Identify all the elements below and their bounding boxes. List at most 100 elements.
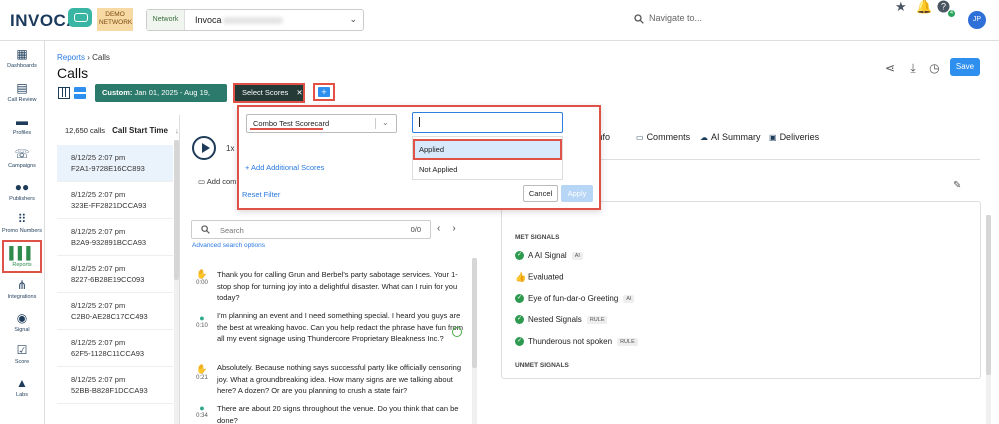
call-id: 8227-6B28E19CC093 bbox=[71, 275, 145, 284]
speaker-caller: ✋ 0:21 bbox=[193, 364, 211, 381]
sidebar-item-dashboards[interactable]: ▦ Dashboards bbox=[0, 47, 44, 79]
tab-comments[interactable]: ▭ Comments bbox=[636, 132, 690, 142]
tab-ai-summary[interactable]: ☁ AI Summary bbox=[700, 132, 761, 142]
calls-list-header: 12,650 calls Call Start Time ↓ bbox=[65, 126, 179, 135]
bell-icon[interactable]: 🔔 bbox=[916, 0, 932, 14]
sidebar-item-profiles[interactable]: ▬ Profiles bbox=[0, 114, 44, 146]
signal-icon: ◉ bbox=[16, 311, 28, 325]
sort-arrow-icon[interactable]: ↓ bbox=[175, 126, 179, 135]
calls-list-scrollbar[interactable] bbox=[174, 140, 179, 424]
share-icon[interactable]: ⋖ bbox=[885, 61, 895, 75]
check-icon: ✓ bbox=[515, 294, 524, 304]
table-row[interactable]: 8/12/25 2:07 pm F2A1-9728E16CC893 bbox=[57, 145, 173, 182]
navigate-search[interactable]: Navigate to... bbox=[634, 13, 702, 24]
signal-tag: AI bbox=[571, 251, 583, 260]
message-time: 0:00 bbox=[196, 280, 208, 286]
calls-list: 12,650 calls Call Start Time ↓ 8/12/25 2… bbox=[57, 115, 180, 424]
network-select[interactable]: Network Invoca ⌄ bbox=[146, 9, 364, 31]
add-additional-scores-link[interactable]: + Add Additional Scores bbox=[245, 163, 324, 172]
call-time: 8/12/25 2:07 pm bbox=[71, 227, 126, 236]
caller-icon: ✋ bbox=[196, 269, 208, 279]
sidebar-item-labs[interactable]: ▲ Labs bbox=[0, 376, 44, 408]
transcript-search: 0/0 bbox=[191, 220, 431, 239]
table-row[interactable]: 8/12/25 2:07 pm 8227-6B28E19CC093 bbox=[57, 256, 173, 293]
right-panel-scrollbar[interactable] bbox=[986, 215, 991, 424]
add-comment-label: Add com bbox=[206, 177, 237, 186]
cancel-button[interactable]: Cancel bbox=[523, 185, 558, 202]
speaker-agent: ● 0:10 bbox=[193, 313, 211, 329]
option-not-applied[interactable]: Not Applied bbox=[413, 159, 562, 180]
call-time: 8/12/25 2:07 pm bbox=[71, 301, 126, 310]
call-time: 8/12/25 2:07 pm bbox=[71, 375, 126, 384]
call-id: F2A1-9728E16CC893 bbox=[71, 164, 145, 173]
add-filter-button[interactable]: + bbox=[313, 83, 335, 101]
call-id: B2A9-932891BCCA93 bbox=[71, 238, 147, 247]
pencil-icon[interactable]: ✎ bbox=[953, 180, 961, 191]
demo-network-badge: DEMO NETWORK bbox=[97, 8, 133, 31]
message-time: 0:10 bbox=[196, 323, 208, 329]
search-icon bbox=[634, 13, 644, 24]
transcript-message: There are about 20 signs throughout the … bbox=[217, 404, 459, 424]
labs-icon: ▲ bbox=[16, 376, 28, 390]
agent-icon: ● bbox=[199, 403, 205, 413]
sidebar-item-integrations[interactable]: ⋔ Integrations bbox=[0, 278, 44, 310]
history-icon[interactable]: ◷ bbox=[929, 61, 939, 75]
sort-label[interactable]: Call Start Time bbox=[112, 126, 168, 135]
apply-button[interactable]: Apply bbox=[561, 185, 593, 202]
transcript-search-input[interactable] bbox=[220, 224, 390, 236]
signals-card bbox=[501, 201, 981, 379]
sidebar-item-call-review[interactable]: ▤ Call Review bbox=[0, 81, 44, 113]
tab-deliveries[interactable]: ▣ Deliveries bbox=[769, 132, 819, 142]
table-row[interactable]: 8/12/25 2:07 pm 62F5-1128C11CCA93 bbox=[57, 330, 173, 367]
save-button[interactable]: Save bbox=[950, 58, 980, 76]
chevron-left-icon[interactable]: ‹ bbox=[437, 223, 452, 234]
reset-filter-link[interactable]: Reset Filter bbox=[242, 190, 280, 199]
chevron-right-icon[interactable]: › bbox=[452, 223, 467, 234]
list-item: ✓ Eye of fun-dar-o Greeting AI bbox=[515, 294, 635, 304]
list-view-icon[interactable] bbox=[74, 87, 86, 99]
signal-name: A AI Signal bbox=[528, 251, 567, 260]
plus-icon: + bbox=[318, 87, 330, 97]
check-icon: ✓ bbox=[515, 337, 524, 347]
reports-icon: ▌▌▌ bbox=[9, 246, 35, 260]
table-row[interactable]: 8/12/25 2:07 pm 323E-FF2821DCCA93 bbox=[57, 182, 173, 219]
sidebar-item-publishers[interactable]: ●● Publishers bbox=[0, 180, 44, 212]
download-icon[interactable]: ⤓ bbox=[910, 61, 915, 75]
table-row[interactable]: 8/12/25 2:07 pm 52BB-B828F1DCCA93 bbox=[57, 367, 173, 404]
navigate-search-placeholder: Navigate to... bbox=[649, 13, 703, 23]
breadcrumb-reports-link[interactable]: Reports bbox=[57, 53, 85, 62]
date-range-chip[interactable]: Custom: Jan 01, 2025 - Aug 19, 2025 bbox=[95, 84, 227, 115]
sidebar-item-campaigns[interactable]: ☏ Campaigns bbox=[0, 147, 44, 179]
smile-icon bbox=[452, 327, 462, 337]
dashboard-icon: ▦ bbox=[16, 47, 28, 61]
grid-view-icon[interactable] bbox=[58, 87, 70, 99]
signal-name: Eye of fun-dar-o Greeting bbox=[528, 294, 619, 303]
transcript-message: I'm planning an event and I need somethi… bbox=[217, 311, 463, 343]
star-icon[interactable]: ★ bbox=[895, 0, 909, 14]
sidebar-item-reports[interactable]: ▌▌▌ Reports bbox=[2, 240, 42, 273]
top-bar: INVOCA DEMO NETWORK Network Invoca ⌄ Nav… bbox=[0, 0, 999, 41]
network-label: Network bbox=[147, 10, 185, 30]
avatar[interactable]: JP bbox=[968, 11, 986, 29]
table-row[interactable]: 8/12/25 2:07 pm B2A9-932891BCCA93 bbox=[57, 219, 173, 256]
sidebar-item-label: Publishers bbox=[9, 196, 35, 202]
scorecard-select[interactable]: Combo Test Scorecard ⌄ bbox=[246, 114, 397, 133]
sidebar-item-signal[interactable]: ◉ Signal bbox=[0, 311, 44, 343]
score-value-input[interactable] bbox=[412, 112, 563, 133]
message-time: 0:21 bbox=[196, 375, 208, 381]
advanced-search-link[interactable]: Advanced search options bbox=[192, 242, 265, 249]
select-scores-chip[interactable]: Select Scores ✕ bbox=[233, 83, 305, 103]
option-applied[interactable]: Applied bbox=[413, 139, 562, 160]
tab-label: Comments bbox=[646, 132, 691, 142]
add-comment-button[interactable]: ▭ Add com bbox=[198, 177, 236, 186]
close-icon[interactable]: ✕ bbox=[296, 88, 302, 97]
transcript-scrollbar[interactable] bbox=[472, 258, 477, 424]
network-redacted bbox=[223, 17, 283, 24]
play-button[interactable] bbox=[192, 136, 216, 160]
playback-speed[interactable]: 1x bbox=[226, 144, 234, 153]
list-item: ✓ A AI Signal AI bbox=[515, 251, 583, 261]
table-row[interactable]: 8/12/25 2:07 pm C2B0-AE28C17CC493 bbox=[57, 293, 173, 330]
sidebar-item-score[interactable]: ☑ Score bbox=[0, 343, 44, 375]
tab-label: Deliveries bbox=[779, 132, 820, 142]
sidebar-item-label: Signal bbox=[14, 327, 30, 333]
